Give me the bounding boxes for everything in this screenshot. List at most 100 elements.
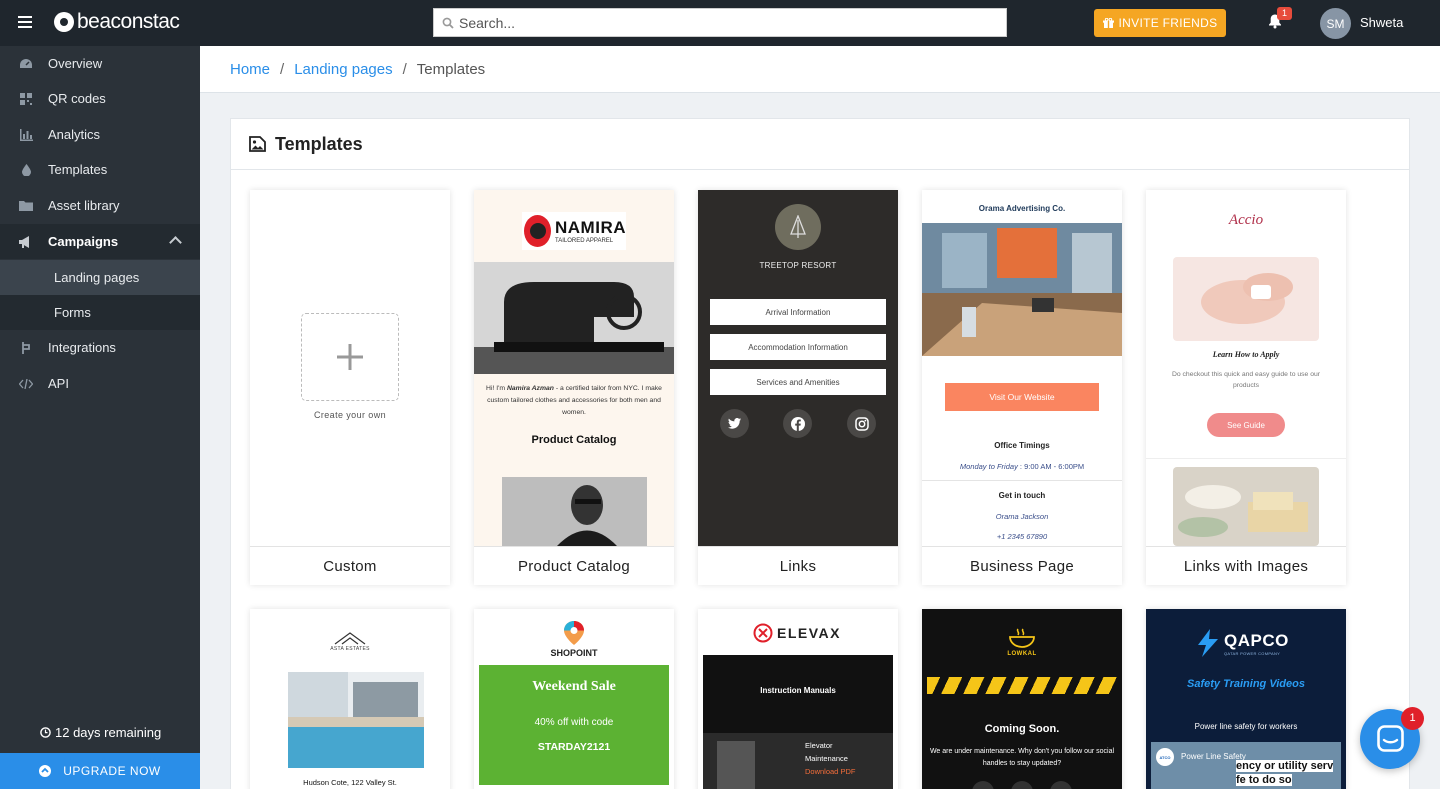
sidebar-item-qr-codes[interactable]: QR codes [0,81,200,116]
search-box[interactable] [433,8,1007,37]
sidebar-item-api[interactable]: API [0,366,200,401]
x-circle-icon [753,623,773,643]
apply-body: Do checkout this quick and easy guide to… [1171,371,1321,389]
chevron-up-icon[interactable] [169,236,182,249]
safety-heading: Safety Training Videos [1187,678,1305,690]
breadcrumb-landing-pages[interactable]: Landing pages [294,61,392,78]
breadcrumb-separator: / [280,60,285,78]
timings-text: Monday to Friday : 9:00 AM - 6:00PM [959,462,1085,471]
video-caption-a: ency or utility serv [1236,760,1334,772]
link-button: Arrival Information [710,299,886,325]
template-card-product-catalog[interactable]: NAMIRA TAILORED APPAREL Hi! I'm Namira A… [474,190,674,585]
template-card-asta-estates[interactable]: ASTA ESTATES Hudson Cote, 122 Valley St. [250,609,450,789]
apply-heading: Learn How to Apply [1212,350,1280,359]
template-thumbnail: Orama Advertising Co. Visit Our Website … [922,190,1122,546]
template-caption: Links [698,546,898,585]
folder-icon [19,199,33,213]
sidebar-item-label: Integrations [48,340,116,355]
arrow-up-circle-icon [39,765,52,777]
logo[interactable]: beaconstac [54,10,180,34]
sidebar-item-landing-pages[interactable]: Landing pages [0,260,200,295]
pin-logo-icon [564,621,584,645]
sidebar-item-templates[interactable]: Templates [0,152,200,187]
sidebar-item-label: Campaigns [48,234,119,249]
template-caption: Custom [250,546,450,585]
image-icon [249,136,266,152]
brand-name: QAPCO [1224,630,1289,650]
sidebar-item-integrations[interactable]: Integrations [0,330,200,365]
brand-name: SHOPOINT [550,648,598,658]
template-thumbnail: TREETOP RESORT Arrival Information Accom… [698,190,898,546]
pool-house-photo [288,672,424,768]
hands-cream-photo [1173,257,1319,341]
brand-subtitle: TAILORED APPAREL [555,238,614,244]
sale-title: Weekend Sale [532,679,616,694]
template-thumbnail: NAMIRA TAILORED APPAREL Hi! I'm Namira A… [474,190,674,546]
template-thumbnail: Accio Learn How to Apply Do checkout thi… [1146,190,1346,546]
item-line-b: Maintenance [805,754,848,763]
template-caption: Links with Images [1146,546,1346,585]
brand-name: ASTA ESTATES [330,646,370,652]
link-button: Services and Amenities [710,369,886,395]
integration-icon [19,341,33,355]
add-template-box[interactable] [301,313,399,401]
button-logo-icon [524,215,551,247]
contact-phone: +1 2345 67890 [996,532,1048,541]
username[interactable]: Shweta [1360,15,1403,30]
sidebar-item-asset-library[interactable]: Asset library [0,188,200,223]
office-photo [922,223,1122,356]
sidebar-item-label: Overview [48,56,103,71]
template-card-links[interactable]: TREETOP RESORT Arrival Information Accom… [698,190,898,585]
divider [1146,458,1346,459]
notification-badge: 1 [1277,7,1292,20]
menu-icon[interactable] [18,16,32,28]
see-guide-button: See Guide [1207,413,1285,437]
page-title: Templates [275,133,363,154]
namira-logo: NAMIRA TAILORED APPAREL [522,212,626,250]
panel-header: Templates [231,119,1409,170]
megaphone-icon [19,235,33,249]
template-card-links-with-images[interactable]: Accio Learn How to Apply Do checkout thi… [1146,190,1346,585]
manuals-title: Instruction Manuals [760,686,836,695]
maintenance-note: We are under maintenance. Why don't you … [929,748,1115,767]
divider [922,480,1122,481]
sidebar-item-label: Templates [48,162,108,177]
template-thumbnail: Create your own [250,190,450,546]
brand-name: LOWKAL [1007,651,1037,657]
search-input[interactable] [459,14,979,31]
lightning-logo-icon [1198,629,1218,657]
sale-line: 40% off with code [534,717,614,728]
sidebar-item-forms[interactable]: Forms [0,295,200,330]
sidebar-item-campaigns[interactable]: Campaigns [0,224,200,259]
qr-icon [19,92,33,106]
template-thumbnail: LOWKAL Coming Soon. We are under mainten… [922,609,1122,789]
breadcrumb-home[interactable]: Home [230,61,270,78]
brand-name: ELEVAX [777,625,841,641]
qapco-logo: QAPCO QATAR POWER COMPANY [1196,629,1289,657]
catalog-heading: Product Catalog [531,434,617,446]
avatar[interactable]: SM [1320,8,1351,39]
template-card-custom[interactable]: Create your own Custom [250,190,450,585]
brand-subtitle: QATAR POWER COMPANY [1224,650,1281,656]
template-card-qapco[interactable]: QAPCO QATAR POWER COMPANY Safety Trainin… [1146,609,1346,789]
soap-photo [1173,467,1319,546]
template-caption: Product Catalog [474,546,674,585]
model-photo [502,477,647,546]
company-name: Orama Advertising Co. [978,204,1066,213]
template-card-shopoint[interactable]: SHOPOINT Weekend Sale 40% off with code … [474,609,674,789]
template-card-business-page[interactable]: Orama Advertising Co. Visit Our Website … [922,190,1122,585]
coming-soon-text: Coming Soon. [984,723,1060,735]
invite-friends-button[interactable]: INVITE FRIENDS [1094,9,1226,37]
template-card-elevax[interactable]: ELEVAX Instruction Manuals Elevator Main… [698,609,898,789]
search-icon [442,17,454,29]
template-card-lowkal[interactable]: LOWKAL Coming Soon. We are under mainten… [922,609,1122,789]
template-thumbnail: ELEVAX Instruction Manuals Elevator Main… [698,609,898,789]
link-button: Accommodation Information [710,334,886,360]
code-icon [19,377,33,391]
visit-website-button: Visit Our Website [945,383,1099,411]
upgrade-now-button[interactable]: UPGRADE NOW [0,753,200,789]
sidebar-item-analytics[interactable]: Analytics [0,117,200,152]
manuals-panel: Instruction Manuals Elevator Maintenance… [703,655,893,789]
sidebar-item-overview[interactable]: Overview [0,46,200,81]
sidebar-item-label: Asset library [48,198,120,213]
